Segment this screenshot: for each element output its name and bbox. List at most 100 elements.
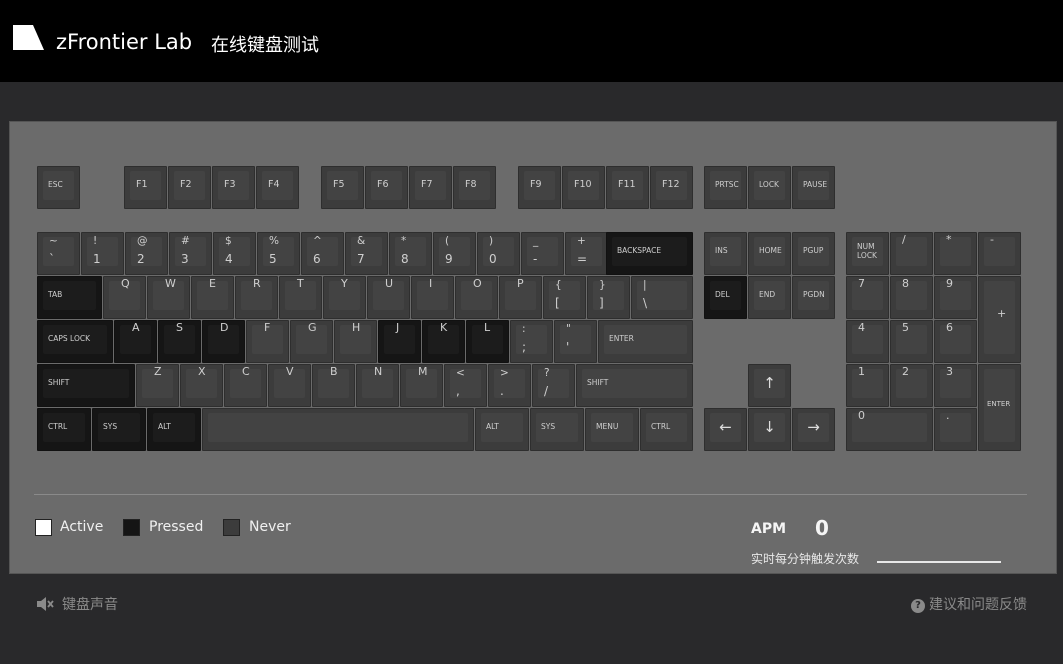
key-lsys[interactable]: SYS — [92, 408, 146, 451]
key-prtsc[interactable]: PRTSC — [704, 166, 747, 209]
key-pgup[interactable]: PGUP — [792, 232, 835, 275]
key-lalt[interactable]: ALT — [147, 408, 201, 451]
key-backspace[interactable]: BACKSPACE — [606, 232, 693, 275]
key-end[interactable]: END — [748, 276, 791, 319]
key-pgdn[interactable]: PGDN — [792, 276, 835, 319]
key-n7[interactable]: & 7 — [345, 232, 388, 275]
key-semicolon[interactable]: :; — [510, 320, 553, 363]
brand-name[interactable]: zFrontier Lab — [56, 30, 192, 54]
key-f10[interactable]: F10 — [562, 166, 605, 209]
key-n9[interactable]: (9 — [433, 232, 476, 275]
sound-toggle[interactable]: 键盘声音 — [36, 594, 118, 614]
key-np7[interactable]: 7 — [846, 276, 889, 319]
key-rsys[interactable]: SYS — [530, 408, 584, 451]
key-p[interactable]: P — [499, 276, 542, 319]
key-c[interactable]: C — [224, 364, 267, 407]
key-np0[interactable]: 0 — [846, 408, 933, 451]
key-y[interactable]: Y — [323, 276, 366, 319]
key-backtick[interactable]: ~ ` — [37, 232, 80, 275]
key-lbracket[interactable]: {[ — [543, 276, 586, 319]
key-k[interactable]: K — [422, 320, 465, 363]
key-n6[interactable]: ^ 6 — [301, 232, 344, 275]
key-m[interactable]: M — [400, 364, 443, 407]
key-np1[interactable]: 1 — [846, 364, 889, 407]
key-np-mul[interactable]: * — [934, 232, 977, 275]
key-home[interactable]: HOME — [748, 232, 791, 275]
key-w[interactable]: W — [147, 276, 190, 319]
key-enter[interactable]: ENTER — [598, 320, 693, 363]
key-np6[interactable]: 6 — [934, 320, 977, 363]
key-pause[interactable]: PAUSE — [792, 166, 835, 209]
key-np8[interactable]: 8 — [890, 276, 933, 319]
key-np2[interactable]: 2 — [890, 364, 933, 407]
key-n1[interactable]: ! 1 — [81, 232, 124, 275]
key-space[interactable] — [202, 408, 474, 451]
key-n8[interactable]: * 8 — [389, 232, 432, 275]
key-ins[interactable]: INS — [704, 232, 747, 275]
key-f[interactable]: F — [246, 320, 289, 363]
key-ralt[interactable]: ALT — [475, 408, 529, 451]
key-n2[interactable]: @2 — [125, 232, 168, 275]
key-quote[interactable]: " ' — [554, 320, 597, 363]
key-rbracket[interactable]: }] — [587, 276, 630, 319]
key-u[interactable]: U — [367, 276, 410, 319]
key-menu[interactable]: MENU — [585, 408, 639, 451]
key-comma[interactable]: <, — [444, 364, 487, 407]
key-del[interactable]: DEL — [704, 276, 747, 319]
key-f3[interactable]: F3 — [212, 166, 255, 209]
key-tab[interactable]: TAB — [37, 276, 102, 319]
key-lock[interactable]: LOCK — [748, 166, 791, 209]
key-b[interactable]: B — [312, 364, 355, 407]
zfrontier-logo-icon[interactable] — [13, 25, 44, 50]
key-np4[interactable]: 4 — [846, 320, 889, 363]
key-left[interactable]: ← — [704, 408, 747, 451]
key-up[interactable]: ↑ — [748, 364, 791, 407]
key-np-add[interactable]: + — [978, 276, 1021, 363]
key-np5[interactable]: 5 — [890, 320, 933, 363]
key-np-sub[interactable]: - — [978, 232, 1021, 275]
key-f9[interactable]: F9 — [518, 166, 561, 209]
key-n5[interactable]: % 5 — [257, 232, 300, 275]
key-f7[interactable]: F7 — [409, 166, 452, 209]
key-f2[interactable]: F2 — [168, 166, 211, 209]
key-equal[interactable]: + = — [565, 232, 608, 275]
key-rctrl[interactable]: CTRL — [640, 408, 693, 451]
key-f11[interactable]: F11 — [606, 166, 649, 209]
key-f8[interactable]: F8 — [453, 166, 496, 209]
key-v[interactable]: V — [268, 364, 311, 407]
key-l[interactable]: L — [466, 320, 509, 363]
key-e[interactable]: E — [191, 276, 234, 319]
key-caps[interactable]: CAPS LOCK — [37, 320, 113, 363]
key-q[interactable]: Q — [103, 276, 146, 319]
key-down[interactable]: ↓ — [748, 408, 791, 451]
key-n[interactable]: N — [356, 364, 399, 407]
key-f12[interactable]: F12 — [650, 166, 693, 209]
key-n4[interactable]: $4 — [213, 232, 256, 275]
key-rshift[interactable]: SHIFT — [576, 364, 693, 407]
key-esc[interactable]: ESC — [37, 166, 80, 209]
feedback-link[interactable]: ? 建议和问题反馈 — [911, 594, 1027, 614]
key-period[interactable]: >. — [488, 364, 531, 407]
key-np-dot[interactable]: . — [934, 408, 977, 451]
key-f6[interactable]: F6 — [365, 166, 408, 209]
key-numlock[interactable]: NUM LOCK — [846, 232, 889, 275]
key-f5[interactable]: F5 — [321, 166, 364, 209]
key-n3[interactable]: #3 — [169, 232, 212, 275]
key-minus[interactable]: _ - — [521, 232, 564, 275]
key-r[interactable]: R — [235, 276, 278, 319]
key-f1[interactable]: F1 — [124, 166, 167, 209]
key-g[interactable]: G — [290, 320, 333, 363]
key-z[interactable]: Z — [136, 364, 179, 407]
key-np-div[interactable]: / — [890, 232, 933, 275]
key-a[interactable]: A — [114, 320, 157, 363]
key-s[interactable]: S — [158, 320, 201, 363]
key-slash[interactable]: ? / — [532, 364, 575, 407]
key-np9[interactable]: 9 — [934, 276, 977, 319]
key-n0[interactable]: ) 0 — [477, 232, 520, 275]
key-np3[interactable]: 3 — [934, 364, 977, 407]
key-j[interactable]: J — [378, 320, 421, 363]
key-np-enter[interactable]: ENTER — [978, 364, 1021, 451]
key-backslash[interactable]: | \ — [631, 276, 693, 319]
key-d[interactable]: D — [202, 320, 245, 363]
key-o[interactable]: O — [455, 276, 498, 319]
